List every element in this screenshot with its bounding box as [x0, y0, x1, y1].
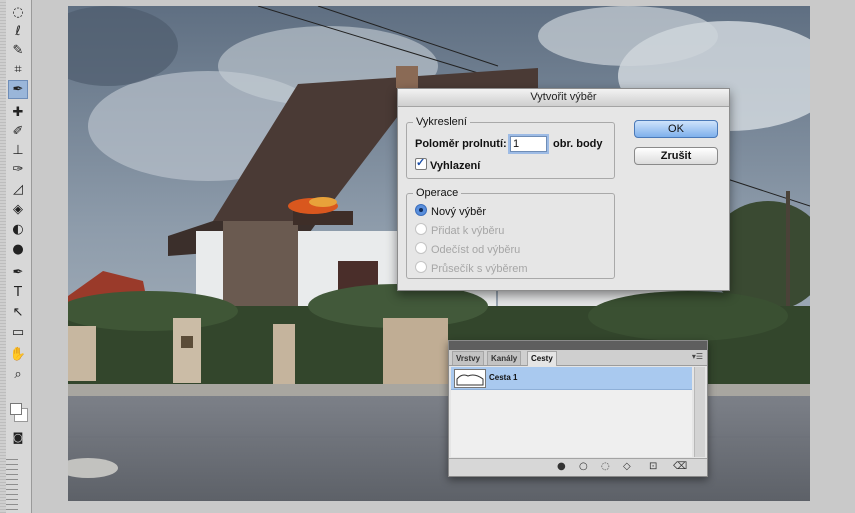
checkmark-icon: [415, 156, 427, 170]
radio-new-selection[interactable]: Nový výběr: [415, 204, 486, 218]
radio-icon: [415, 261, 427, 273]
ok-button[interactable]: OK: [634, 120, 718, 138]
radio-icon: [415, 223, 427, 235]
eraser-icon[interactable]: ◿: [8, 180, 28, 199]
path-name: Cesta 1: [489, 373, 518, 382]
tab-layers[interactable]: Vrstvy: [452, 351, 485, 365]
panel-tabs: Vrstvy Kanály Cesty: [449, 350, 707, 366]
cancel-button[interactable]: Zrušit: [634, 147, 718, 165]
antialias-checkbox[interactable]: Vyhlazení: [415, 156, 481, 172]
tab-channels[interactable]: Kanály: [487, 351, 522, 365]
dialog-title[interactable]: Vytvořit výběr: [398, 89, 729, 107]
crop-icon[interactable]: ⌗: [8, 60, 28, 79]
new-path-icon[interactable]: ⊡: [649, 461, 657, 472]
make-selection-dialog: Vytvořit výběr Vykreslení Poloměr prolnu…: [397, 88, 730, 291]
paint-bucket-icon[interactable]: ◈: [8, 200, 28, 219]
eyedropper-icon[interactable]: ✒: [8, 80, 28, 99]
make-work-path-icon[interactable]: ◇: [623, 461, 631, 472]
radio-selected-icon: [415, 204, 427, 216]
paths-panel: Vrstvy Kanály Cesty ▾☰ Cesta 1 ● ○ ◌ ◇ ⊡…: [448, 340, 708, 477]
rectangle-icon[interactable]: ▭: [8, 323, 28, 342]
fill-path-icon[interactable]: ●: [557, 461, 566, 472]
feather-unit-label: obr. body: [553, 138, 603, 150]
dodge-icon[interactable]: ●: [8, 240, 28, 259]
type-icon[interactable]: T: [8, 283, 28, 302]
tools-panel-grip[interactable]: [0, 0, 6, 513]
radio-subtract-label: Odečíst od výběru: [431, 244, 521, 256]
rendering-legend: Vykreslení: [416, 116, 467, 128]
clone-stamp-icon[interactable]: ⊥: [8, 141, 28, 160]
panel-title-bar[interactable]: [449, 341, 707, 350]
zoom-icon[interactable]: ⌕: [8, 365, 28, 384]
panel-menu-icon[interactable]: ▾☰: [692, 352, 703, 361]
tools-panel: ◌ ℓ ✎ ⌗ ✒ ✚ ✐ ⊥ ✑ ◿ ◈ ◐ ● ✒ T ↖ ▭ ✋ ⌕ ◙: [0, 0, 32, 513]
elliptical-marquee-icon[interactable]: ◌: [8, 3, 28, 22]
blur-icon[interactable]: ◐: [8, 220, 28, 239]
delete-path-icon[interactable]: ⌫: [673, 461, 687, 472]
stroke-path-icon[interactable]: ○: [579, 461, 588, 472]
antialias-label: Vyhlazení: [430, 160, 481, 172]
radio-intersect-label: Průsečík s výběrem: [431, 263, 528, 275]
feather-radius-label: Poloměr prolnutí:: [415, 138, 507, 150]
load-selection-icon[interactable]: ◌: [601, 461, 610, 472]
quick-selection-icon[interactable]: ✎: [8, 41, 28, 60]
radio-intersect-selection[interactable]: Průsečík s výběrem: [415, 261, 528, 275]
lasso-icon[interactable]: ℓ: [8, 22, 28, 41]
radio-add-label: Přidat k výběru: [431, 225, 505, 237]
radio-add-to-selection[interactable]: Přidat k výběru: [415, 223, 504, 237]
radio-icon: [415, 242, 427, 254]
brush-icon[interactable]: ✐: [8, 122, 28, 141]
tab-paths[interactable]: Cesty: [527, 351, 557, 366]
paths-list: Cesta 1: [451, 367, 692, 457]
paths-scrollbar[interactable]: [694, 367, 705, 457]
pen-icon[interactable]: ✒: [8, 263, 28, 282]
path-thumbnail: [454, 369, 486, 388]
quick-mask-icon[interactable]: ◙: [8, 428, 28, 447]
operation-legend: Operace: [416, 187, 459, 199]
foreground-color-swatch[interactable]: [10, 403, 22, 415]
hand-icon[interactable]: ✋: [8, 345, 28, 364]
radio-new-selection-label: Nový výběr: [431, 206, 487, 218]
spot-healing-icon[interactable]: ✚: [8, 103, 28, 122]
vertical-ruler: [6, 455, 18, 513]
feather-radius-input[interactable]: 1: [510, 136, 547, 152]
path-row-cesta-1[interactable]: Cesta 1: [451, 367, 692, 390]
history-brush-icon[interactable]: ✑: [8, 160, 28, 179]
path-selection-icon[interactable]: ↖: [8, 303, 28, 322]
radio-subtract-from-selection[interactable]: Odečíst od výběru: [415, 242, 520, 256]
paths-panel-footer: ● ○ ◌ ◇ ⊡ ⌫: [449, 458, 707, 476]
